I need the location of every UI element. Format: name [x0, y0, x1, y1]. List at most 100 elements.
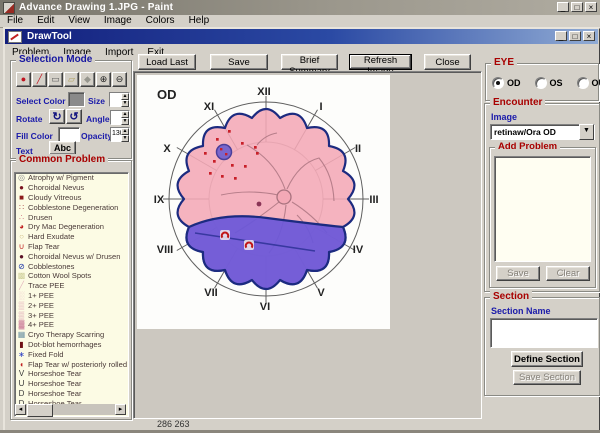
image-dropdown[interactable]: retinaw/Ora OD ▼	[490, 124, 595, 140]
common-problem-item[interactable]: ∪ Flap Tear	[15, 242, 128, 252]
angle-spinner[interactable]: ▲▼	[110, 110, 130, 125]
fill-color-swatch[interactable]	[58, 127, 80, 142]
size-spinner[interactable]: ▲▼	[109, 92, 130, 107]
problem-label: Choroidal Nevus w/ Drusen	[28, 252, 120, 261]
common-problem-item[interactable]: U Horseshoe Tear	[15, 379, 128, 389]
drawtool-window-control-button[interactable]: ×	[583, 31, 595, 41]
problem-icon: ▒	[17, 301, 26, 310]
common-problem-item[interactable]: ░ 1+ PEE	[15, 291, 128, 301]
eye-radio-label: OU	[592, 78, 600, 88]
common-problem-item[interactable]: ∴ Drusen	[15, 212, 128, 222]
add-problem-header: Add Problem	[495, 141, 560, 153]
paint-menu-item[interactable]: Help	[182, 15, 217, 27]
drawtool-window-control-button[interactable]: □	[569, 31, 581, 41]
paint-window-control-button[interactable]: ×	[585, 2, 597, 12]
common-problem-item[interactable]: ◎ Atrophy w/ Pigment	[15, 173, 128, 183]
svg-text:VI: VI	[260, 301, 270, 313]
paint-menu-item[interactable]: View	[61, 15, 97, 27]
problem-icon: ▩	[17, 271, 26, 280]
opacity-up-icon: ▲	[121, 128, 129, 135]
common-problem-item[interactable]: ▩ Cotton Wool Spots	[15, 271, 128, 281]
size-up-icon: ▲	[121, 93, 129, 100]
toolbar-button[interactable]: Save	[210, 54, 268, 70]
scroll-right-icon[interactable]: ▸	[115, 404, 126, 415]
common-problem-item[interactable]: D Horseshoe Tear	[15, 389, 128, 399]
paint-menu-item[interactable]: Colors	[139, 15, 182, 27]
common-problem-item[interactable]: ▓ 4+ PEE	[15, 320, 128, 330]
common-problem-item[interactable]: ● Choroidal Nevus	[15, 183, 128, 193]
define-section-button[interactable]: Define Section	[511, 351, 583, 367]
radio-icon[interactable]	[492, 77, 504, 89]
tool-button[interactable]: ◆	[80, 72, 95, 87]
select-color-swatch[interactable]	[68, 92, 85, 107]
common-problem-item[interactable]: ╱ Trace PEE	[15, 281, 128, 291]
radio-icon[interactable]	[535, 77, 547, 89]
drawtool-window-title: DrawTool	[27, 31, 72, 42]
fill-color-label: Fill Color	[16, 131, 53, 141]
toolbar-button[interactable]: Brief Summary	[281, 54, 338, 70]
tool-button[interactable]: ▭	[48, 72, 63, 87]
common-problem-item[interactable]: ▒ 2+ PEE	[15, 300, 128, 310]
common-problem-item[interactable]: V Horseshoe Tear	[15, 369, 128, 379]
common-problem-item[interactable]: ● Choroidal Nevus w/ Drusen	[15, 251, 128, 261]
save-problem-button[interactable]: Save	[496, 266, 540, 281]
drawtool-window: DrawTool _□× ProblemImageImportExit Load…	[3, 27, 600, 432]
drawtool-app-icon	[8, 31, 22, 43]
paint-window-control-button[interactable]: _	[557, 2, 569, 12]
problem-label: 4+ PEE	[28, 320, 54, 329]
common-problem-item[interactable]: ■ Cloudy Vitreous	[15, 193, 128, 203]
common-problem-item[interactable]: ◖ Flap Tear w/ posteriorly rolled edge	[15, 359, 128, 369]
problem-icon: ◎	[17, 173, 26, 182]
svg-text:X: X	[163, 143, 171, 155]
common-problem-item[interactable]: ▮ Dot-blot hemorrhages	[15, 340, 128, 350]
retina-drawing-canvas[interactable]: XII I II III IV V VI VII VIII IX X XI OD	[137, 75, 390, 329]
save-section-button[interactable]: Save Section	[513, 370, 581, 385]
common-problem-hscrollbar[interactable]: ◂ ▸	[15, 404, 126, 415]
opacity-spinner[interactable]: 130 ▲▼	[110, 127, 130, 142]
scroll-left-icon[interactable]: ◂	[15, 404, 26, 415]
eye-radio-option[interactable]: OS	[535, 77, 563, 89]
toolbar-button[interactable]: Close	[424, 54, 471, 70]
drawtool-window-control-button[interactable]: _	[555, 31, 567, 41]
tool-button[interactable]: ╱	[32, 72, 47, 87]
rotate-button[interactable]: ↺	[66, 109, 82, 124]
common-problem-item[interactable]: ∗ Fixed Fold	[15, 349, 128, 359]
size-down-icon: ▼	[121, 100, 129, 107]
eye-radio-option[interactable]: OD	[492, 77, 521, 89]
toolbar-button[interactable]: Load Last	[138, 54, 196, 70]
problem-label: Cotton Wool Spots	[28, 271, 91, 280]
radio-icon[interactable]	[577, 77, 589, 89]
eye-radio-label: OS	[550, 78, 563, 88]
svg-text:V: V	[317, 287, 325, 299]
add-problem-listbox[interactable]	[494, 156, 591, 262]
fovea-dot	[257, 202, 262, 207]
common-problem-item[interactable]: ◕ Dry Mac Degeneration	[15, 222, 128, 232]
common-problem-item[interactable]: ⊘ Cobblestones	[15, 261, 128, 271]
toolbar-button[interactable]: Refresh Image	[349, 54, 412, 70]
scrollbar-thumb[interactable]	[27, 404, 53, 417]
text-abc-button[interactable]: Abc	[49, 141, 76, 155]
retina-chart: XII I II III IV V VI VII VIII IX X XI OD	[137, 75, 390, 329]
tool-button[interactable]: ⊖	[112, 72, 127, 87]
common-problem-item[interactable]: ▒ 3+ PEE	[15, 310, 128, 320]
paint-menu-item[interactable]: Image	[97, 15, 139, 27]
paint-menu-item[interactable]: Edit	[30, 15, 61, 27]
drawtool-menu-item[interactable]: Import	[98, 47, 140, 59]
paint-window-control-button[interactable]: □	[571, 2, 583, 12]
section-name-input[interactable]	[490, 318, 598, 348]
eye-radio-option[interactable]: OU	[577, 77, 600, 89]
angle-label: Angle	[86, 114, 110, 124]
rotate-button[interactable]: ↻	[49, 109, 65, 124]
common-problem-item[interactable]: ∷ Cobblestone Degeneration	[15, 202, 128, 212]
common-problem-list: ◎ Atrophy w/ Pigment ● Choroidal Nevus ■…	[14, 172, 129, 417]
chevron-down-icon[interactable]: ▼	[579, 124, 594, 140]
problem-label: Cryo Therapy Scarring	[28, 330, 104, 339]
tool-button[interactable]: ▱	[64, 72, 79, 87]
paint-menu-item[interactable]: File	[0, 15, 30, 27]
tool-button[interactable]: ●	[16, 72, 31, 87]
common-problem-item[interactable]: ▦ Cryo Therapy Scarring	[15, 330, 128, 340]
tool-button[interactable]: ⊕	[96, 72, 111, 87]
common-problem-item[interactable]: ○ Hard Exudate	[15, 232, 128, 242]
paint-window-controls: _□×	[557, 2, 597, 12]
clear-problem-button[interactable]: Clear	[546, 266, 590, 281]
